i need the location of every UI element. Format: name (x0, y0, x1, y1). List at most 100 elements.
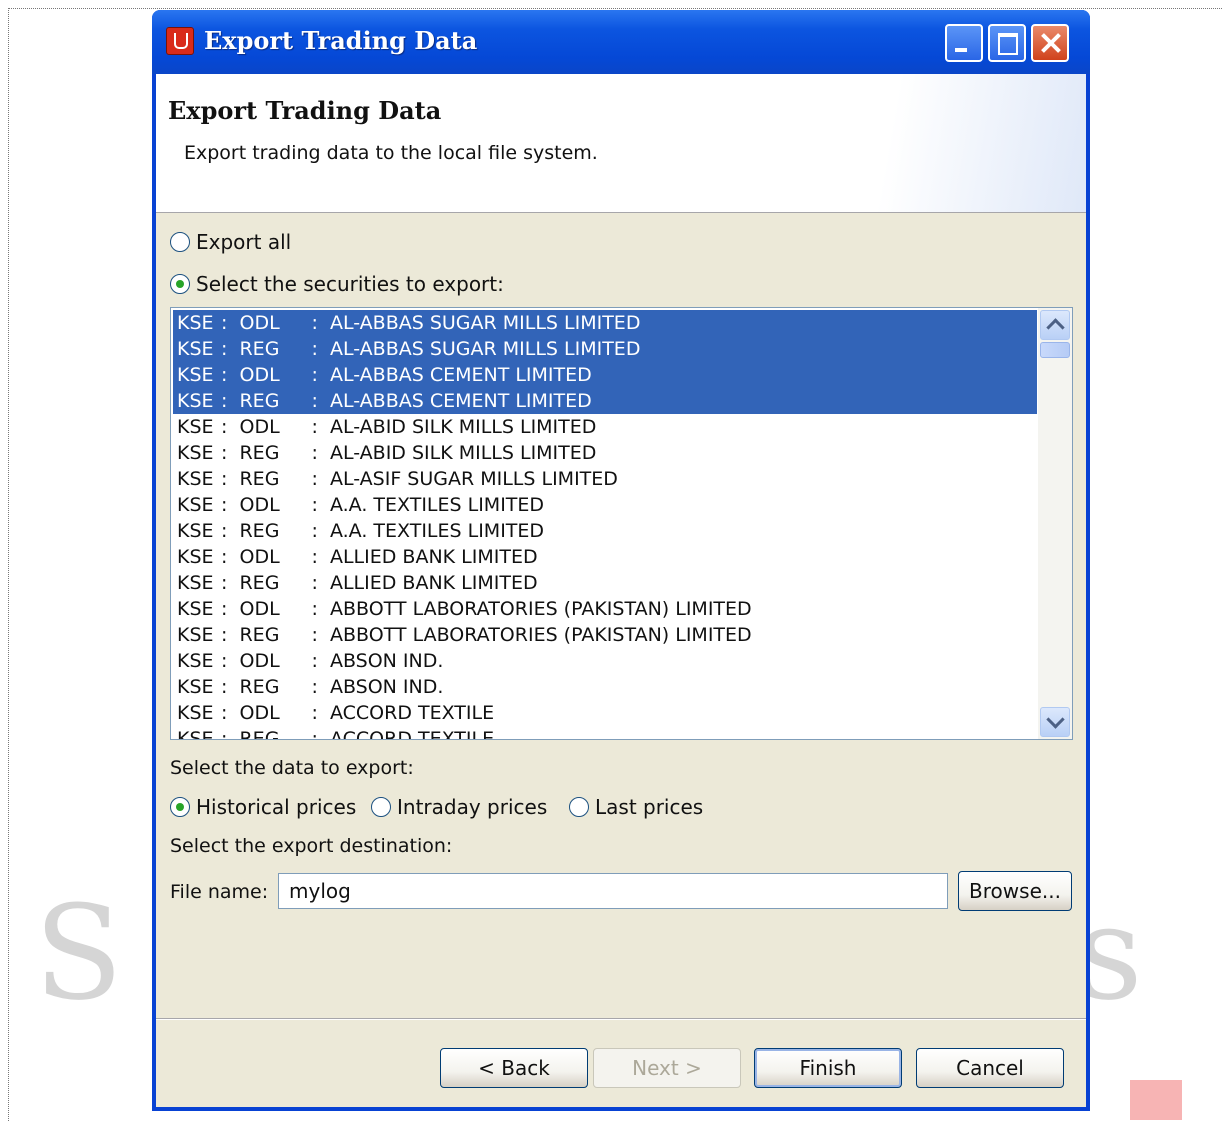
list-item-name: ACCORD TEXTILE (329, 702, 495, 724)
export-all-radio[interactable] (170, 232, 190, 252)
list-item-exchange: KSE (177, 442, 214, 464)
list-item[interactable]: KSE: REG: ACCORD TEXTILE (173, 726, 1037, 740)
list-item-exchange: KSE (177, 702, 214, 724)
list-item[interactable]: KSE: REG: A.A. TEXTILES LIMITED (173, 518, 1037, 544)
list-item[interactable]: KSE: REG: ABSON IND. (173, 674, 1037, 700)
finish-button[interactable]: Finish (754, 1048, 902, 1088)
select-securities-option[interactable]: Select the securities to export: (170, 272, 504, 296)
list-item-exchange: KSE (177, 572, 214, 594)
list-item-separator: : (311, 442, 330, 464)
export-all-label: Export all (196, 230, 292, 254)
list-item-separator: : (311, 676, 330, 698)
list-item-exchange: KSE (177, 546, 214, 568)
maximize-button[interactable] (988, 24, 1026, 62)
intraday-option[interactable]: Intraday prices (371, 795, 547, 819)
securities-list[interactable]: KSE: ODL: AL-ABBAS SUGAR MILLS LIMITED KS… (170, 307, 1073, 740)
list-item[interactable]: KSE: ODL: ABSON IND. (173, 648, 1037, 674)
list-item-market: ODL (239, 312, 280, 334)
list-item[interactable]: KSE: ODL: ALLIED BANK LIMITED (173, 544, 1037, 570)
list-item-separator: : (221, 364, 240, 386)
list-item-name: A.A. TEXTILES LIMITED (329, 520, 545, 542)
list-item-separator: : (311, 572, 330, 594)
list-item-exchange: KSE (177, 520, 214, 542)
file-name-input[interactable] (278, 873, 948, 909)
list-item-market: ODL (239, 364, 280, 386)
list-item[interactable]: KSE: ODL: AL-ABBAS CEMENT LIMITED (173, 362, 1037, 388)
list-item[interactable]: KSE: ODL: ACCORD TEXTILE (173, 700, 1037, 726)
securities-list-items: KSE: ODL: AL-ABBAS SUGAR MILLS LIMITED KS… (173, 310, 1037, 740)
browse-button[interactable]: Browse... (958, 871, 1072, 911)
title-bar[interactable]: Export Trading Data (152, 10, 1090, 74)
list-item-name: ABSON IND. (329, 676, 444, 698)
list-item-separator: : (221, 572, 240, 594)
list-item[interactable]: KSE: ODL: AL-ABBAS SUGAR MILLS LIMITED (173, 310, 1037, 336)
list-item-name: AL-ABBAS SUGAR MILLS LIMITED (329, 338, 641, 360)
list-item-separator: : (221, 676, 240, 698)
intraday-label: Intraday prices (397, 795, 548, 819)
last-prices-option[interactable]: Last prices (569, 795, 703, 819)
list-item-market: ODL (239, 546, 280, 568)
list-item-exchange: KSE (177, 312, 214, 334)
scroll-up-button[interactable] (1040, 310, 1070, 340)
list-item-separator: : (221, 442, 240, 464)
list-item-market: ODL (239, 650, 280, 672)
page-description: Export trading data to the local file sy… (184, 142, 598, 164)
list-item-market: REG (239, 572, 280, 594)
file-name-label: File name: (170, 881, 269, 903)
intraday-radio[interactable] (371, 797, 391, 817)
page-title: Export Trading Data (168, 96, 442, 125)
historical-option[interactable]: Historical prices (170, 795, 356, 819)
export-dialog: Export Trading Data Export Trading Data … (152, 10, 1090, 1111)
close-button[interactable] (1031, 24, 1069, 62)
list-item-exchange: KSE (177, 338, 214, 360)
list-item-separator: : (311, 650, 330, 672)
list-item-market: REG (239, 728, 280, 740)
list-item-separator: : (221, 520, 240, 542)
list-item[interactable]: KSE: ODL: AL-ABID SILK MILLS LIMITED (173, 414, 1037, 440)
list-item-separator: : (221, 416, 240, 438)
minimize-button[interactable] (945, 24, 983, 62)
list-item-exchange: KSE (177, 728, 214, 740)
list-item[interactable]: KSE: REG: AL-ASIF SUGAR MILLS LIMITED (173, 466, 1037, 492)
next-button[interactable]: Next > (593, 1048, 741, 1088)
scroll-thumb[interactable] (1040, 342, 1070, 358)
export-all-option[interactable]: Export all (170, 230, 291, 254)
footer-separator (156, 1018, 1086, 1020)
list-item-separator: : (311, 598, 330, 620)
list-item-separator: : (221, 494, 240, 516)
list-item-market: ODL (239, 494, 280, 516)
list-item[interactable]: KSE: REG: AL-ABBAS CEMENT LIMITED (173, 388, 1037, 414)
select-securities-label: Select the securities to export: (196, 272, 504, 296)
list-item[interactable]: KSE: ODL: ABBOTT LABORATORIES (PAKISTAN)… (173, 596, 1037, 622)
list-item-exchange: KSE (177, 416, 214, 438)
list-item[interactable]: KSE: ODL: A.A. TEXTILES LIMITED (173, 492, 1037, 518)
list-item-separator: : (221, 650, 240, 672)
list-item[interactable]: KSE: REG: ALLIED BANK LIMITED (173, 570, 1037, 596)
list-item-separator: : (311, 520, 330, 542)
data-type-label: Select the data to export: (170, 757, 414, 779)
list-item-separator: : (221, 624, 240, 646)
list-item-name: AL-ABID SILK MILLS LIMITED (329, 416, 597, 438)
back-button[interactable]: < Back (440, 1048, 588, 1088)
list-item[interactable]: KSE: REG: AL-ABBAS SUGAR MILLS LIMITED (173, 336, 1037, 362)
list-item[interactable]: KSE: REG: ABBOTT LABORATORIES (PAKISTAN)… (173, 622, 1037, 648)
list-item[interactable]: KSE: REG: AL-ABID SILK MILLS LIMITED (173, 440, 1037, 466)
list-item-market: REG (239, 676, 280, 698)
select-securities-radio[interactable] (170, 274, 190, 294)
list-item-market: REG (239, 338, 280, 360)
scroll-down-button[interactable] (1040, 707, 1070, 737)
historical-radio[interactable] (170, 797, 190, 817)
app-icon[interactable] (166, 27, 194, 55)
wizard-banner: Export Trading Data Export trading data … (156, 74, 1086, 213)
list-item-name: AL-ABBAS CEMENT LIMITED (329, 390, 592, 412)
last-prices-radio[interactable] (569, 797, 589, 817)
cancel-button[interactable]: Cancel (916, 1048, 1064, 1088)
list-item-market: REG (239, 442, 280, 464)
list-item-exchange: KSE (177, 598, 214, 620)
list-scrollbar[interactable] (1038, 308, 1072, 739)
window-title: Export Trading Data (204, 26, 478, 55)
last-prices-label: Last prices (595, 795, 704, 819)
list-item-name: ABBOTT LABORATORIES (PAKISTAN) LIMITED (329, 624, 752, 646)
list-item-exchange: KSE (177, 624, 214, 646)
list-item-separator: : (221, 598, 240, 620)
